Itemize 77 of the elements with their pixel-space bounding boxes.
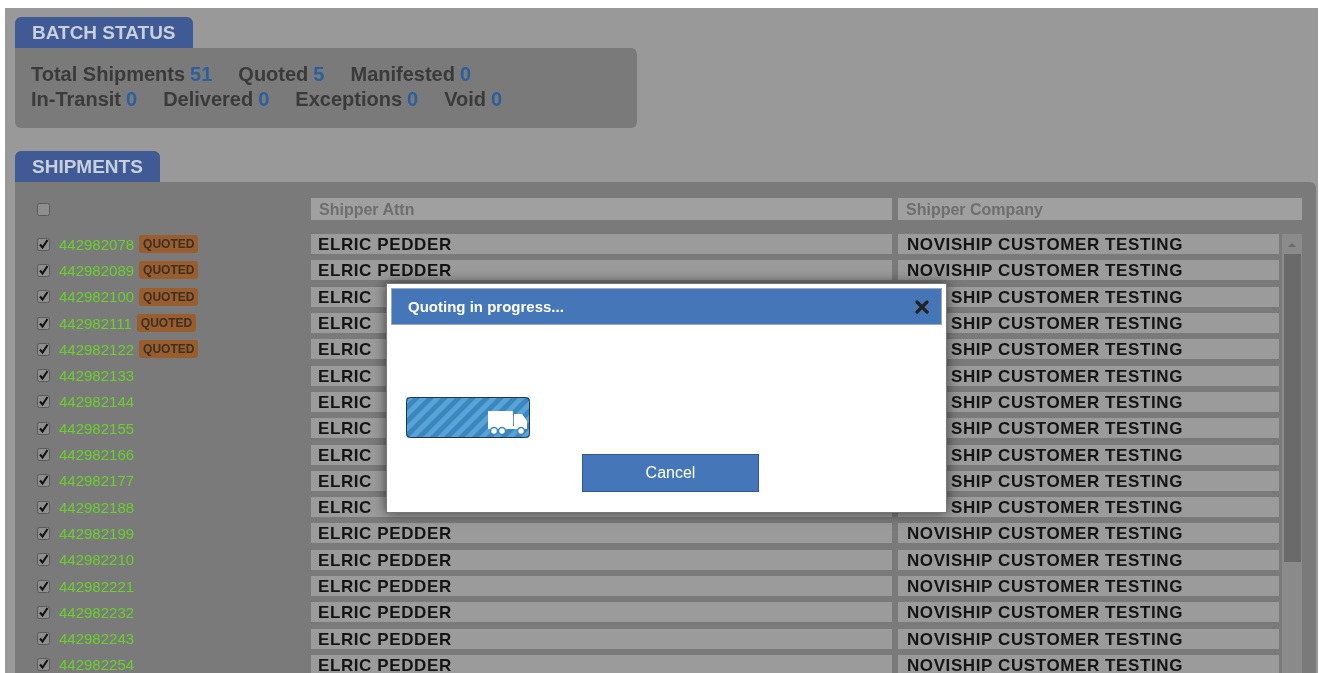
scroll-thumb[interactable] — [1283, 254, 1301, 562]
shipment-id[interactable]: 442982188 — [59, 498, 135, 516]
shipment-id[interactable]: 442982078 — [59, 235, 135, 253]
shipment-id[interactable]: 442982232 — [59, 603, 135, 621]
stat-count: 0 — [126, 87, 138, 112]
stat-label: In-Transit — [31, 87, 121, 112]
shipment-id[interactable]: 442982166 — [59, 446, 135, 463]
table-cell: ELRIC PEDDER — [311, 234, 892, 255]
checkbox[interactable] — [37, 632, 50, 646]
stat-label: Quoted — [238, 62, 309, 87]
stat-label: Delivered — [163, 87, 254, 112]
panel-tab[interactable]: SHIPMENTS — [15, 151, 160, 182]
checkbox[interactable] — [37, 448, 50, 461]
status-badge: QUOTED — [139, 287, 199, 306]
checkbox[interactable] — [37, 421, 50, 435]
table-cell: ELRIC PEDDER — [311, 523, 892, 544]
status-badge: QUOTED — [139, 235, 199, 254]
table-cell: ELRIC PEDDER — [311, 628, 892, 649]
table-cell: ELRIC PEDDER — [311, 576, 892, 596]
checkbox[interactable] — [37, 553, 50, 567]
table-cell: NOVISHIP CUSTOMER TESTING — [898, 549, 1279, 570]
table-cell: ELRIC PEDDER — [311, 654, 892, 673]
checkbox[interactable] — [37, 290, 50, 304]
status-badge: QUOTED — [136, 314, 197, 333]
checkbox[interactable] — [37, 658, 50, 672]
table-cell: ELRIC PEDDER — [311, 549, 892, 570]
stat-label: Exceptions — [295, 87, 403, 112]
shipment-id[interactable]: 442982243 — [59, 630, 135, 648]
checkbox[interactable] — [37, 579, 50, 593]
shipment-id[interactable]: 442982199 — [59, 524, 135, 542]
shipment-id[interactable]: 442982100 — [59, 288, 135, 306]
checkbox[interactable] — [37, 526, 50, 540]
panel-tab[interactable]: BATCH STATUS — [15, 17, 193, 48]
stat-count: 5 — [313, 62, 325, 87]
status-badge: QUOTED — [139, 340, 199, 359]
shipment-id[interactable]: 442982254 — [59, 656, 135, 673]
scrollbar[interactable] — [1282, 234, 1302, 673]
shipment-id[interactable]: 442982133 — [59, 367, 135, 385]
stat-count: 0 — [258, 87, 270, 112]
checkbox[interactable] — [37, 395, 50, 409]
table-cell: NOVISHIP CUSTOMER TESTING — [898, 654, 1279, 673]
checkbox[interactable] — [37, 263, 50, 277]
stat-count: 51 — [190, 62, 213, 87]
stat-label: Manifested — [350, 62, 455, 87]
checkbox[interactable] — [37, 500, 50, 514]
checkbox[interactable] — [37, 342, 50, 356]
close-icon[interactable] — [915, 299, 929, 314]
stat-count: 0 — [459, 62, 472, 87]
shipment-id[interactable]: 442982089 — [59, 261, 135, 279]
table-cell: NOVISHIP CUSTOMER TESTING — [898, 628, 1279, 649]
table-cell: ELRIC PEDDER — [311, 260, 892, 281]
checkbox[interactable] — [37, 316, 50, 330]
stat-label: Void — [444, 87, 486, 112]
shipment-id[interactable]: 442982122 — [59, 340, 135, 358]
status-badge: QUOTED — [139, 261, 199, 280]
table-cell: ELRIC PEDDER — [311, 602, 892, 623]
checkbox[interactable] — [37, 237, 50, 251]
checkbox[interactable] — [37, 369, 50, 383]
shipment-id[interactable]: 442982155 — [59, 419, 135, 437]
shipment-id[interactable]: 442982210 — [59, 551, 135, 569]
shipment-id[interactable]: 442982144 — [59, 393, 135, 411]
checkbox[interactable] — [37, 202, 50, 216]
shipment-id[interactable]: 442982111 — [59, 314, 132, 332]
stat-count: 0 — [407, 87, 419, 112]
cancel-button[interactable]: Cancel — [582, 454, 759, 492]
table-cell: NOVISHIP CUSTOMER TESTING — [898, 260, 1279, 281]
shipment-id[interactable]: 442982177 — [59, 472, 135, 490]
stat-count: 0 — [491, 87, 503, 112]
table-cell: SHIP CUSTOMER TESTING — [898, 497, 1279, 518]
table-cell: NOVISHIP CUSTOMER TESTING — [898, 602, 1279, 623]
table-cell: NOVISHIP CUSTOMER TESTING — [898, 576, 1279, 596]
table-cell: NOVISHIP CUSTOMER TESTING — [898, 523, 1279, 544]
checkbox[interactable] — [37, 474, 50, 488]
checkbox[interactable] — [37, 605, 50, 619]
stat-label: Total Shipments — [31, 62, 186, 87]
shipment-id[interactable]: 442982221 — [59, 577, 135, 595]
table-cell: NOVISHIP CUSTOMER TESTING — [898, 234, 1279, 255]
